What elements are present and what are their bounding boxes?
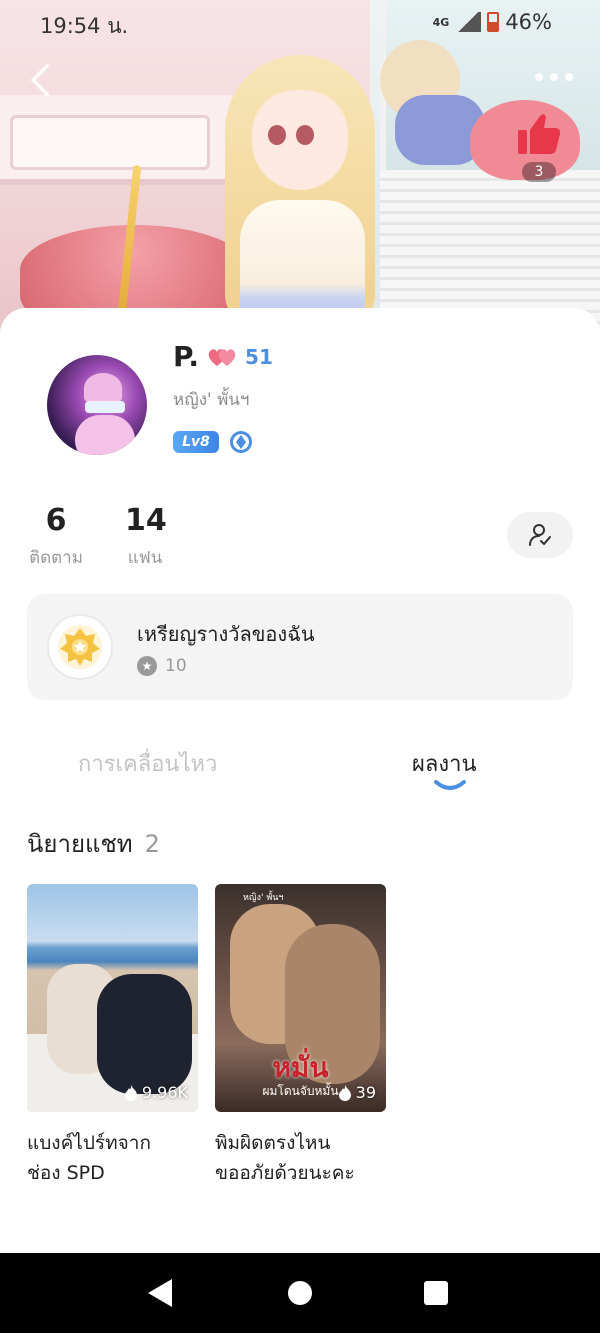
nav-home-button[interactable] <box>288 1281 312 1305</box>
character-eye-right <box>296 125 314 145</box>
star-icon: ★ <box>137 656 157 676</box>
tab-activity[interactable]: การเคลื่อนไหว <box>78 746 217 781</box>
nav-recents-button[interactable] <box>424 1281 448 1305</box>
signal-icon <box>455 12 482 32</box>
following-label: ติดตาม <box>29 548 83 568</box>
heart-count: 51 <box>245 344 273 369</box>
following-count: 6 <box>45 503 67 538</box>
like-count: 3 <box>522 162 556 182</box>
nav-back-button[interactable] <box>148 1279 172 1307</box>
badge-row: Lv8 <box>173 430 253 454</box>
following-stat[interactable]: 6 ติดตาม <box>27 503 85 571</box>
cover-person-2 <box>97 974 192 1094</box>
fans-count: 14 <box>125 503 167 538</box>
network-type: 4G <box>432 15 450 29</box>
view-count: 39 <box>338 1083 376 1102</box>
medal-title: เหรียญรางวัลของฉัน <box>137 622 315 646</box>
novel-cover[interactable]: 9.96K <box>27 884 198 1112</box>
novel-title-line-2: ขออภัยด้วยนะคะ <box>215 1162 355 1184</box>
medal-icon <box>47 614 113 680</box>
novel-title[interactable]: แบงค์ไปร์ทจาก ช่อง SPD <box>27 1128 198 1188</box>
medal-count-row: ★ 10 <box>137 656 187 676</box>
user-check-icon <box>529 524 551 546</box>
diamond-badge-icon[interactable] <box>229 430 253 454</box>
avatar[interactable] <box>47 355 147 455</box>
like-button[interactable]: 3 <box>512 112 566 182</box>
novel-title-line-1: แบงค์ไปร์ทจาก <box>27 1132 151 1154</box>
medal-count: 10 <box>165 656 187 676</box>
novel-title-line-1: พิมผิดตรงไหน <box>215 1132 331 1154</box>
profile-name: P. <box>173 340 200 373</box>
novel-card[interactable]: 9.96K แบงค์ไปร์ทจาก ช่อง SPD <box>27 884 198 1188</box>
section-count: 2 <box>144 830 160 858</box>
profile-subtitle: หญิง' พั้นฯ <box>173 390 250 410</box>
thumbs-up-icon <box>518 114 561 154</box>
level-badge[interactable]: Lv8 <box>173 431 219 453</box>
more-dots-icon <box>535 73 573 81</box>
fire-icon <box>338 1084 351 1101</box>
avatar-figure <box>75 415 135 455</box>
status-right: 4G 46% <box>433 10 552 34</box>
view-count-value: 9.96K <box>141 1083 188 1102</box>
fire-icon <box>124 1084 137 1101</box>
avatar-hat <box>84 373 122 403</box>
medal-badge-icon <box>58 625 102 669</box>
avatar-glasses <box>85 401 125 413</box>
chevron-left-icon <box>31 64 49 96</box>
system-navigation-bar <box>0 1253 600 1333</box>
follow-button[interactable] <box>507 512 573 558</box>
tab-works[interactable]: ผลงาน <box>412 746 477 781</box>
battery-level: 46% <box>505 10 552 34</box>
view-count-value: 39 <box>355 1083 376 1102</box>
profile-background-image <box>0 0 600 340</box>
novel-cover[interactable]: หญิง' พั้นฯ หมั่น ผมโดนจับหมั้น 39 <box>215 884 386 1112</box>
desk-drawer <box>10 115 210 170</box>
novel-title-line-2: ช่อง SPD <box>27 1162 105 1184</box>
hearts-icon <box>208 348 236 366</box>
name-row: P. 51 <box>173 340 273 373</box>
character-eye-left <box>268 125 286 145</box>
novel-title[interactable]: พิมผิดตรงไหน ขออภัยด้วยนะคะ <box>215 1128 386 1188</box>
cover-watermark: หญิง' พั้นฯ <box>243 893 284 903</box>
status-time: 19:54 น. <box>40 14 129 38</box>
my-medals-card[interactable]: เหรียญรางวัลของฉัน ★ 10 <box>27 594 573 700</box>
pink-stool <box>20 225 250 315</box>
profile-card: P. 51 หญิง' พั้นฯ Lv8 6 ติดตาม 14 แฟน เห… <box>0 308 600 1253</box>
novel-card[interactable]: หญิง' พั้นฯ หมั่น ผมโดนจับหมั้น 39 พิมผิ… <box>215 884 386 1188</box>
battery-icon <box>487 12 500 32</box>
fans-stat[interactable]: 14 แฟน <box>125 503 167 571</box>
section-title: นิยายแชท <box>27 830 133 858</box>
chat-novels-heading: นิยายแชท 2 <box>27 824 160 863</box>
view-count: 9.96K <box>124 1083 188 1102</box>
status-bar: 19:54 น. 4G 46% <box>0 8 600 38</box>
tab-active-indicator <box>434 780 466 790</box>
fans-label: แฟน <box>127 548 163 568</box>
more-options-button[interactable] <box>532 62 576 92</box>
back-button[interactable] <box>22 60 56 100</box>
